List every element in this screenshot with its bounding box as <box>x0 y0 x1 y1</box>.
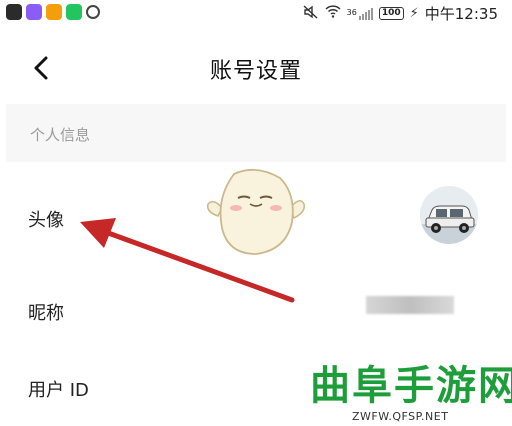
nickname-row-label: 昵称 <box>28 303 64 324</box>
avatar-row-label: 头像 <box>28 210 64 231</box>
mute-icon <box>303 4 319 23</box>
user-id-row-label: 用户 ID <box>28 380 89 401</box>
watermark: 曲阜手游网 ZWFW.QFSP.NET <box>308 364 512 424</box>
nickname-row[interactable]: 昵称 <box>0 272 512 352</box>
signal-icon: 36 <box>346 7 373 20</box>
system-status: 36 100 ⚡ 中午12:35 <box>303 3 498 24</box>
app-notification-icon <box>6 4 22 20</box>
app-notification-icon <box>26 4 42 20</box>
battery-icon: 100 <box>378 7 404 20</box>
section-label: 个人信息 <box>30 126 91 144</box>
account-settings-screen: 36 100 ⚡ 中午12:35 账号设置 个人信息 头像 昵称 用户 ID 曲… <box>0 0 512 426</box>
section-header-personal-info: 个人信息 <box>6 104 506 162</box>
avatar[interactable] <box>420 186 478 244</box>
page-title: 账号设置 <box>209 59 302 84</box>
wifi-icon <box>325 5 341 22</box>
status-bar: 36 100 ⚡ 中午12:35 <box>0 0 512 26</box>
app-notification-icon <box>46 4 62 20</box>
app-notification-icon <box>66 4 82 20</box>
nickname-value-redacted <box>366 296 454 314</box>
watermark-url: ZWFW.QFSP.NET <box>352 410 449 423</box>
header: 账号设置 <box>0 40 512 96</box>
watermark-title: 曲阜手游网 <box>310 363 512 409</box>
charging-icon: ⚡ <box>409 6 419 21</box>
notification-icons <box>6 4 100 20</box>
car-avatar-image <box>420 186 478 244</box>
mascot-sticker <box>206 168 306 255</box>
network-type: 36 <box>346 7 357 17</box>
app-notification-icon <box>86 5 100 19</box>
clock: 中午12:35 <box>424 5 498 23</box>
